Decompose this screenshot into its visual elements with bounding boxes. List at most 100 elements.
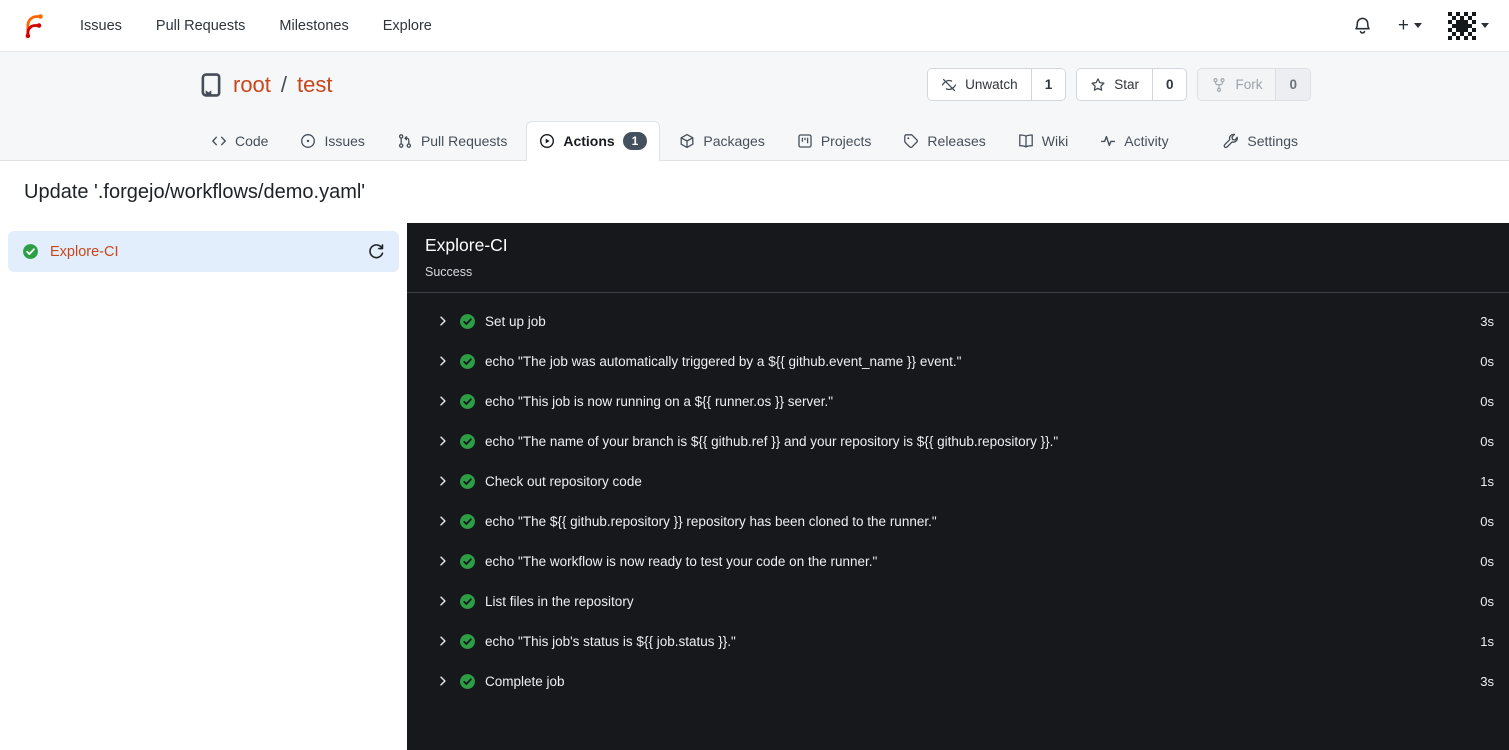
- step-row[interactable]: List files in the repository 0s: [407, 581, 1509, 621]
- step-duration: 0s: [1480, 393, 1494, 409]
- job-item-explore-ci[interactable]: Explore-CI: [8, 231, 399, 272]
- plus-icon: +: [1397, 15, 1409, 36]
- fork-label: Fork: [1235, 77, 1263, 92]
- tab-label: Actions: [563, 133, 615, 149]
- nav-item-issues[interactable]: Issues: [63, 10, 139, 42]
- package-icon: [679, 133, 695, 149]
- star-count[interactable]: 0: [1151, 69, 1187, 100]
- avatar: [1448, 11, 1476, 40]
- run-title-bar: Update '.forgejo/workflows/demo.yaml': [0, 161, 1509, 223]
- check-circle-dark-icon: [459, 353, 476, 370]
- nav-item-milestones[interactable]: Milestones: [262, 10, 365, 42]
- tab-packages[interactable]: Packages: [666, 122, 777, 160]
- tab-label: Wiki: [1041, 133, 1069, 149]
- tab-settings[interactable]: Settings: [1210, 122, 1311, 160]
- step-name: echo "The name of your branch is ${{ git…: [485, 433, 1059, 449]
- create-new-button[interactable]: +: [1398, 16, 1422, 35]
- tab-wiki[interactable]: Wiki: [1005, 122, 1081, 160]
- step-row[interactable]: echo "The name of your branch is ${{ git…: [407, 421, 1509, 461]
- check-circle-dark-icon: [459, 393, 476, 410]
- step-duration: 3s: [1480, 673, 1494, 689]
- step-row[interactable]: Complete job 3s: [407, 661, 1509, 701]
- caret-down-icon: [1481, 23, 1489, 28]
- tab-releases[interactable]: Releases: [890, 122, 998, 160]
- user-menu-button[interactable]: [1448, 11, 1489, 40]
- chevron-right-icon: [436, 514, 450, 528]
- check-circle-dark-icon: [459, 473, 476, 490]
- fork-count[interactable]: 0: [1275, 69, 1310, 100]
- step-duration: 0s: [1480, 513, 1494, 529]
- notifications-button[interactable]: [1353, 16, 1372, 35]
- repo-owner-link[interactable]: root: [233, 72, 271, 98]
- chevron-right-icon: [436, 474, 450, 488]
- top-navbar: Issues Pull Requests Milestones Explore +: [0, 0, 1509, 52]
- repo-name-link[interactable]: test: [297, 72, 332, 98]
- check-circle-dark-icon: [459, 433, 476, 450]
- star-label: Star: [1114, 77, 1139, 92]
- fork-icon: [1211, 77, 1227, 93]
- step-row[interactable]: Set up job 3s: [407, 301, 1509, 341]
- step-name: echo "This job's status is ${{ job.statu…: [485, 633, 736, 649]
- check-circle-dark-icon: [459, 513, 476, 530]
- step-duration: 3s: [1480, 313, 1494, 329]
- forgejo-logo[interactable]: [20, 12, 47, 39]
- step-row[interactable]: echo "The ${{ github.repository }} repos…: [407, 501, 1509, 541]
- check-circle-dark-icon: [459, 633, 476, 650]
- repo-tabs: Code Issues Pull Requests Actions 1 Packages P…: [198, 121, 1311, 161]
- play-circle-icon: [539, 133, 555, 149]
- check-circle-icon: [22, 243, 39, 260]
- star-icon: [1090, 77, 1106, 93]
- repo-path-separator: /: [280, 71, 288, 97]
- chevron-right-icon: [436, 394, 450, 408]
- chevron-right-icon: [436, 674, 450, 688]
- steps-list: Set up job 3s echo "The job was automatica…: [407, 293, 1509, 701]
- step-duration: 0s: [1480, 593, 1494, 609]
- tab-actions[interactable]: Actions 1: [526, 121, 661, 161]
- pulse-icon: [1100, 133, 1116, 149]
- issue-icon: [300, 133, 316, 149]
- tab-projects[interactable]: Projects: [784, 122, 885, 160]
- tab-label: Activity: [1124, 133, 1169, 149]
- check-circle-dark-icon: [459, 313, 476, 330]
- tag-icon: [903, 133, 919, 149]
- chevron-right-icon: [436, 354, 450, 368]
- code-icon: [211, 133, 227, 149]
- log-job-status: Success: [425, 265, 473, 279]
- tab-issues[interactable]: Issues: [287, 122, 377, 160]
- rerun-job-icon[interactable]: [368, 243, 385, 260]
- step-row[interactable]: echo "This job's status is ${{ job.statu…: [407, 621, 1509, 661]
- step-name: echo "The workflow is now ready to test …: [485, 553, 878, 569]
- tab-label: Projects: [820, 133, 872, 149]
- step-name: Complete job: [485, 673, 565, 689]
- nav-item-pull-requests[interactable]: Pull Requests: [139, 10, 262, 42]
- tab-label: Issues: [324, 133, 365, 149]
- check-circle-dark-icon: [459, 553, 476, 570]
- repo-header: root / test Unwatch 1 Star 0 Fork 0 Code Issue…: [0, 52, 1509, 161]
- step-row[interactable]: Check out repository code 1s: [407, 461, 1509, 501]
- step-row[interactable]: echo "The workflow is now ready to test …: [407, 541, 1509, 581]
- step-duration: 0s: [1480, 553, 1494, 569]
- project-icon: [797, 133, 813, 149]
- check-circle-dark-icon: [459, 593, 476, 610]
- step-name: echo "This job is now running on a ${{ r…: [485, 393, 834, 409]
- tab-activity[interactable]: Activity: [1087, 122, 1181, 160]
- step-row[interactable]: echo "This job is now running on a ${{ r…: [407, 381, 1509, 421]
- star-button[interactable]: Star: [1077, 69, 1152, 100]
- repository-icon: [198, 72, 224, 98]
- unwatch-button[interactable]: Unwatch: [928, 69, 1031, 100]
- eye-off-icon: [941, 77, 957, 93]
- tab-pull-requests[interactable]: Pull Requests: [384, 122, 520, 160]
- step-name: echo "The job was automatically triggere…: [485, 353, 962, 369]
- step-name: List files in the repository: [485, 593, 634, 609]
- unwatch-count[interactable]: 1: [1030, 69, 1066, 100]
- page-title: Update '.forgejo/workflows/demo.yaml': [24, 180, 366, 203]
- tab-code[interactable]: Code: [198, 122, 281, 160]
- log-panel: Explore-CI Success Set up job 3s echo "The…: [407, 223, 1509, 750]
- step-row[interactable]: echo "The job was automatically triggere…: [407, 341, 1509, 381]
- chevron-right-icon: [436, 434, 450, 448]
- chevron-right-icon: [436, 594, 450, 608]
- tab-label: Code: [235, 133, 269, 149]
- job-name: Explore-CI: [50, 243, 119, 260]
- nav-item-explore[interactable]: Explore: [366, 10, 449, 42]
- step-name: Check out repository code: [485, 473, 642, 489]
